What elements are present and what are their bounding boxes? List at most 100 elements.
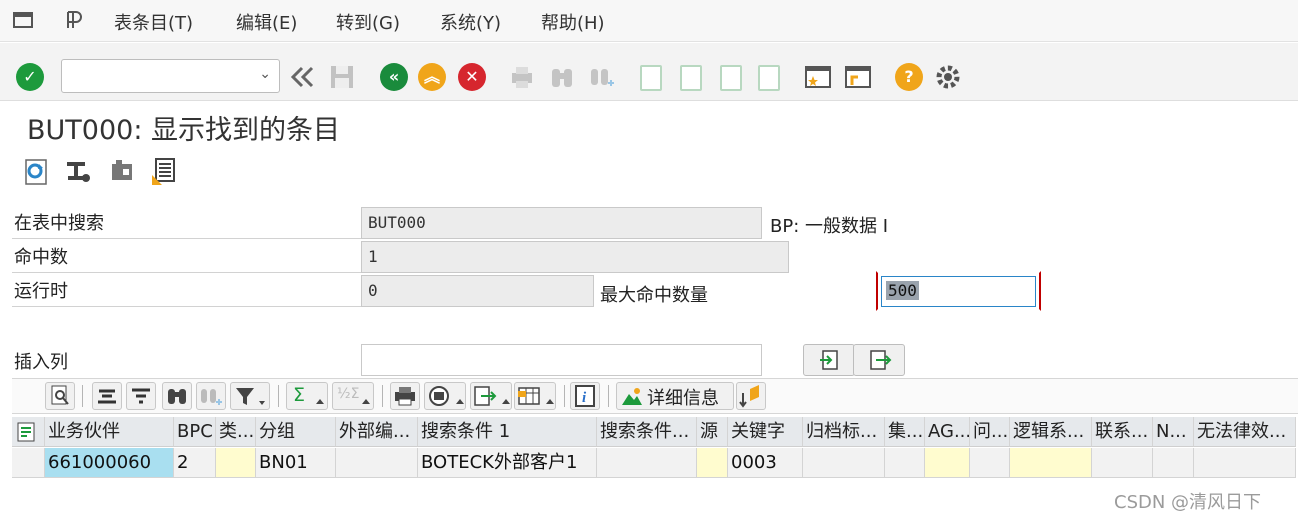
select-all-button[interactable] <box>12 417 45 447</box>
runtime-field: 0 <box>361 275 594 307</box>
filter-button[interactable] <box>230 382 270 410</box>
find-icon[interactable] <box>548 63 576 91</box>
table-cell[interactable] <box>1010 448 1092 478</box>
table-cell[interactable] <box>697 448 728 478</box>
binoculars-plus-icon <box>201 389 222 405</box>
menu-list-icon[interactable] <box>12 9 34 31</box>
total-button[interactable]: Σ <box>286 382 328 410</box>
refresh-icon[interactable] <box>22 156 50 186</box>
command-field[interactable]: ⌄ <box>61 59 280 93</box>
hits-label: 命中数 <box>12 243 362 273</box>
search-table-field: BUT000 <box>361 207 762 239</box>
export-button[interactable] <box>470 382 512 410</box>
table-cell[interactable]: BN01 <box>256 448 336 478</box>
column-header[interactable]: 逻辑系... <box>1010 417 1092 447</box>
information-button[interactable]: i <box>570 382 600 410</box>
alv-toolbar: Σ ½Σ i 详细信息 <box>12 378 1298 414</box>
print-preview-button[interactable] <box>390 382 420 410</box>
settings-icon[interactable] <box>934 63 962 91</box>
table-cell[interactable] <box>803 448 885 478</box>
check-table-icon[interactable] <box>108 156 136 186</box>
column-header[interactable]: 无法律效... <box>1194 417 1296 447</box>
field-list-icon[interactable] <box>150 156 178 186</box>
selection-options-icon[interactable] <box>64 156 92 186</box>
insert-column-input[interactable] <box>366 345 756 373</box>
dropdown-arrow-icon <box>316 399 324 404</box>
more-options-button[interactable] <box>736 382 766 410</box>
cancel-icon[interactable]: ✕ <box>458 63 486 91</box>
column-header[interactable]: AG... <box>925 417 970 447</box>
save-icon[interactable] <box>328 63 356 91</box>
back-icon[interactable]: « <box>380 63 408 91</box>
info-icon: i <box>575 385 595 407</box>
column-header[interactable]: 归档标... <box>803 417 885 447</box>
remove-column-button[interactable] <box>853 344 905 376</box>
table-cell[interactable] <box>1153 448 1194 478</box>
last-page-icon[interactable] <box>758 65 780 91</box>
column-header[interactable]: 外部编... <box>336 417 418 447</box>
column-header[interactable]: 问... <box>970 417 1010 447</box>
insert-column-field[interactable] <box>361 344 762 376</box>
shortcut-icon[interactable] <box>844 63 872 91</box>
layout-menu-icon[interactable] <box>64 9 86 31</box>
enter-icon[interactable]: ✓ <box>16 63 44 91</box>
subtotal-button[interactable]: ½Σ <box>332 382 374 410</box>
menu-item-edit[interactable]: 编辑(E) <box>236 9 297 35</box>
command-input[interactable] <box>68 60 248 90</box>
insert-column-button[interactable] <box>803 344 855 376</box>
column-header[interactable]: N... <box>1153 417 1194 447</box>
previous-page-icon[interactable] <box>680 65 702 91</box>
find-button[interactable] <box>162 382 192 410</box>
menu-item-system[interactable]: 系统(Y) <box>440 9 501 35</box>
table-cell[interactable] <box>1194 448 1296 478</box>
column-header[interactable]: BPC <box>174 417 216 447</box>
details-view-button[interactable] <box>45 382 75 410</box>
first-page-icon[interactable] <box>640 65 662 91</box>
table-cell[interactable] <box>216 448 256 478</box>
table-cell[interactable] <box>885 448 925 478</box>
layout-button[interactable] <box>514 382 556 410</box>
create-session-icon[interactable] <box>804 63 832 91</box>
sort-ascending-button[interactable] <box>92 382 122 410</box>
column-header[interactable]: 关键字 <box>728 417 803 447</box>
column-header[interactable]: 源 <box>697 417 728 447</box>
help-icon[interactable]: ? <box>895 63 923 91</box>
column-header[interactable]: 分组 <box>256 417 336 447</box>
find-next-icon[interactable] <box>588 63 616 91</box>
table-cell[interactable]: 2 <box>174 448 216 478</box>
table-cell[interactable]: 661000060 <box>45 448 174 478</box>
table-cell[interactable] <box>336 448 418 478</box>
column-header[interactable]: 联系... <box>1092 417 1153 447</box>
menu-item-table-entry[interactable]: 表条目(T) <box>114 9 193 35</box>
column-header[interactable]: 搜索条件... <box>597 417 697 447</box>
back-arrows-icon[interactable] <box>288 63 316 91</box>
search-table-label: 在表中搜索 <box>12 209 362 239</box>
print-icon[interactable] <box>508 63 536 91</box>
max-hits-value[interactable]: 500 <box>886 281 919 300</box>
hits-field: 1 <box>361 241 789 273</box>
table-cell[interactable]: BOTECK外部客户1 <box>418 448 597 478</box>
dropdown-arrow-icon <box>502 399 510 404</box>
table-cell[interactable] <box>970 448 1010 478</box>
column-header[interactable]: 集... <box>885 417 925 447</box>
table-cell[interactable] <box>1092 448 1153 478</box>
column-header[interactable]: 搜索条件 1 <box>418 417 597 447</box>
menu-item-help[interactable]: 帮助(H) <box>541 9 605 35</box>
table-cell[interactable] <box>925 448 970 478</box>
select-all-icon <box>17 422 35 442</box>
table-cell[interactable]: 0003 <box>728 448 803 478</box>
sigma-icon: Σ <box>293 384 306 406</box>
column-header[interactable]: 业务伙伴 <box>45 417 174 447</box>
row-selector[interactable] <box>12 448 45 478</box>
exit-icon[interactable]: ︽ <box>418 63 446 91</box>
find-next-button[interactable] <box>196 382 226 410</box>
menu-item-goto[interactable]: 转到(G) <box>336 9 400 35</box>
table-cell[interactable] <box>597 448 697 478</box>
chevron-down-icon[interactable]: ⌄ <box>259 66 271 82</box>
next-page-icon[interactable] <box>720 65 742 91</box>
views-button[interactable] <box>424 382 466 410</box>
max-hits-field[interactable]: 500 <box>881 276 1036 307</box>
sort-descending-button[interactable] <box>126 382 156 410</box>
detail-info-button[interactable]: 详细信息 <box>616 382 734 410</box>
column-header[interactable]: 类... <box>216 417 256 447</box>
